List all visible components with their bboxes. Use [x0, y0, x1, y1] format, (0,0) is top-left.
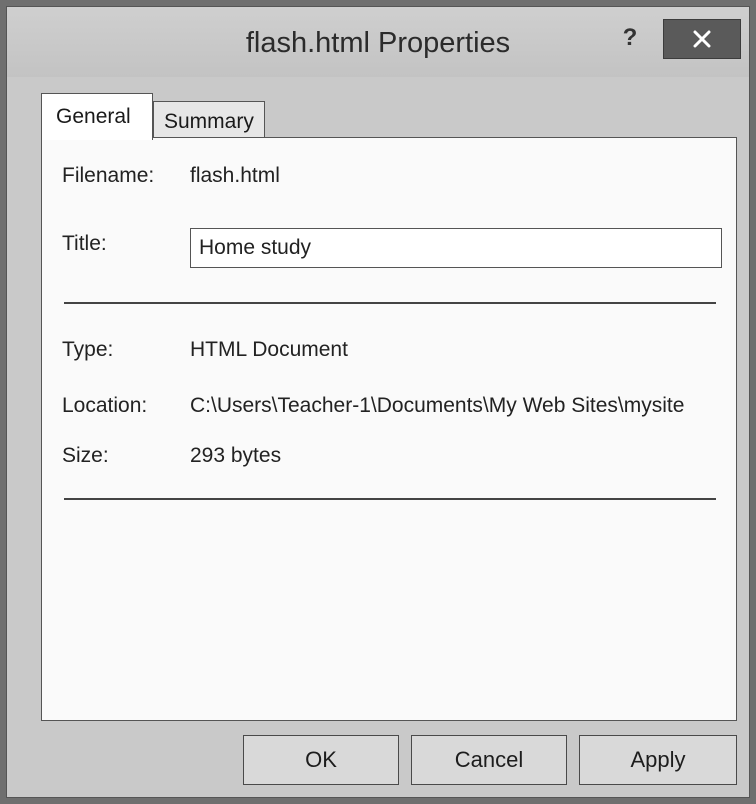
close-icon [693, 30, 711, 48]
tab-summary[interactable]: Summary [153, 101, 265, 139]
filename-label: Filename: [62, 164, 155, 187]
title-bar[interactable]: flash.html Properties ? [7, 7, 749, 77]
properties-dialog: flash.html Properties ? General Summary … [6, 6, 750, 798]
help-button[interactable]: ? [605, 21, 655, 55]
location-label: Location: [62, 394, 148, 417]
apply-button[interactable]: Apply [579, 735, 737, 785]
ok-button[interactable]: OK [243, 735, 399, 785]
location-value: C:\Users\Teacher-1\Documents\My Web Site… [190, 394, 685, 417]
title-label: Title: [62, 232, 107, 255]
close-button[interactable] [663, 19, 741, 59]
filename-value: flash.html [190, 164, 280, 187]
size-value: 293 bytes [190, 444, 282, 467]
tab-general[interactable]: General [41, 93, 153, 140]
separator-top [64, 302, 716, 304]
title-input[interactable] [190, 228, 722, 268]
cancel-button[interactable]: Cancel [411, 735, 567, 785]
type-label: Type: [62, 338, 114, 361]
type-value: HTML Document [190, 338, 348, 361]
separator-bottom [64, 498, 716, 500]
general-tab-panel: Filename: flash.html Title: Type: HTML D… [41, 137, 737, 721]
size-label: Size: [62, 444, 109, 467]
